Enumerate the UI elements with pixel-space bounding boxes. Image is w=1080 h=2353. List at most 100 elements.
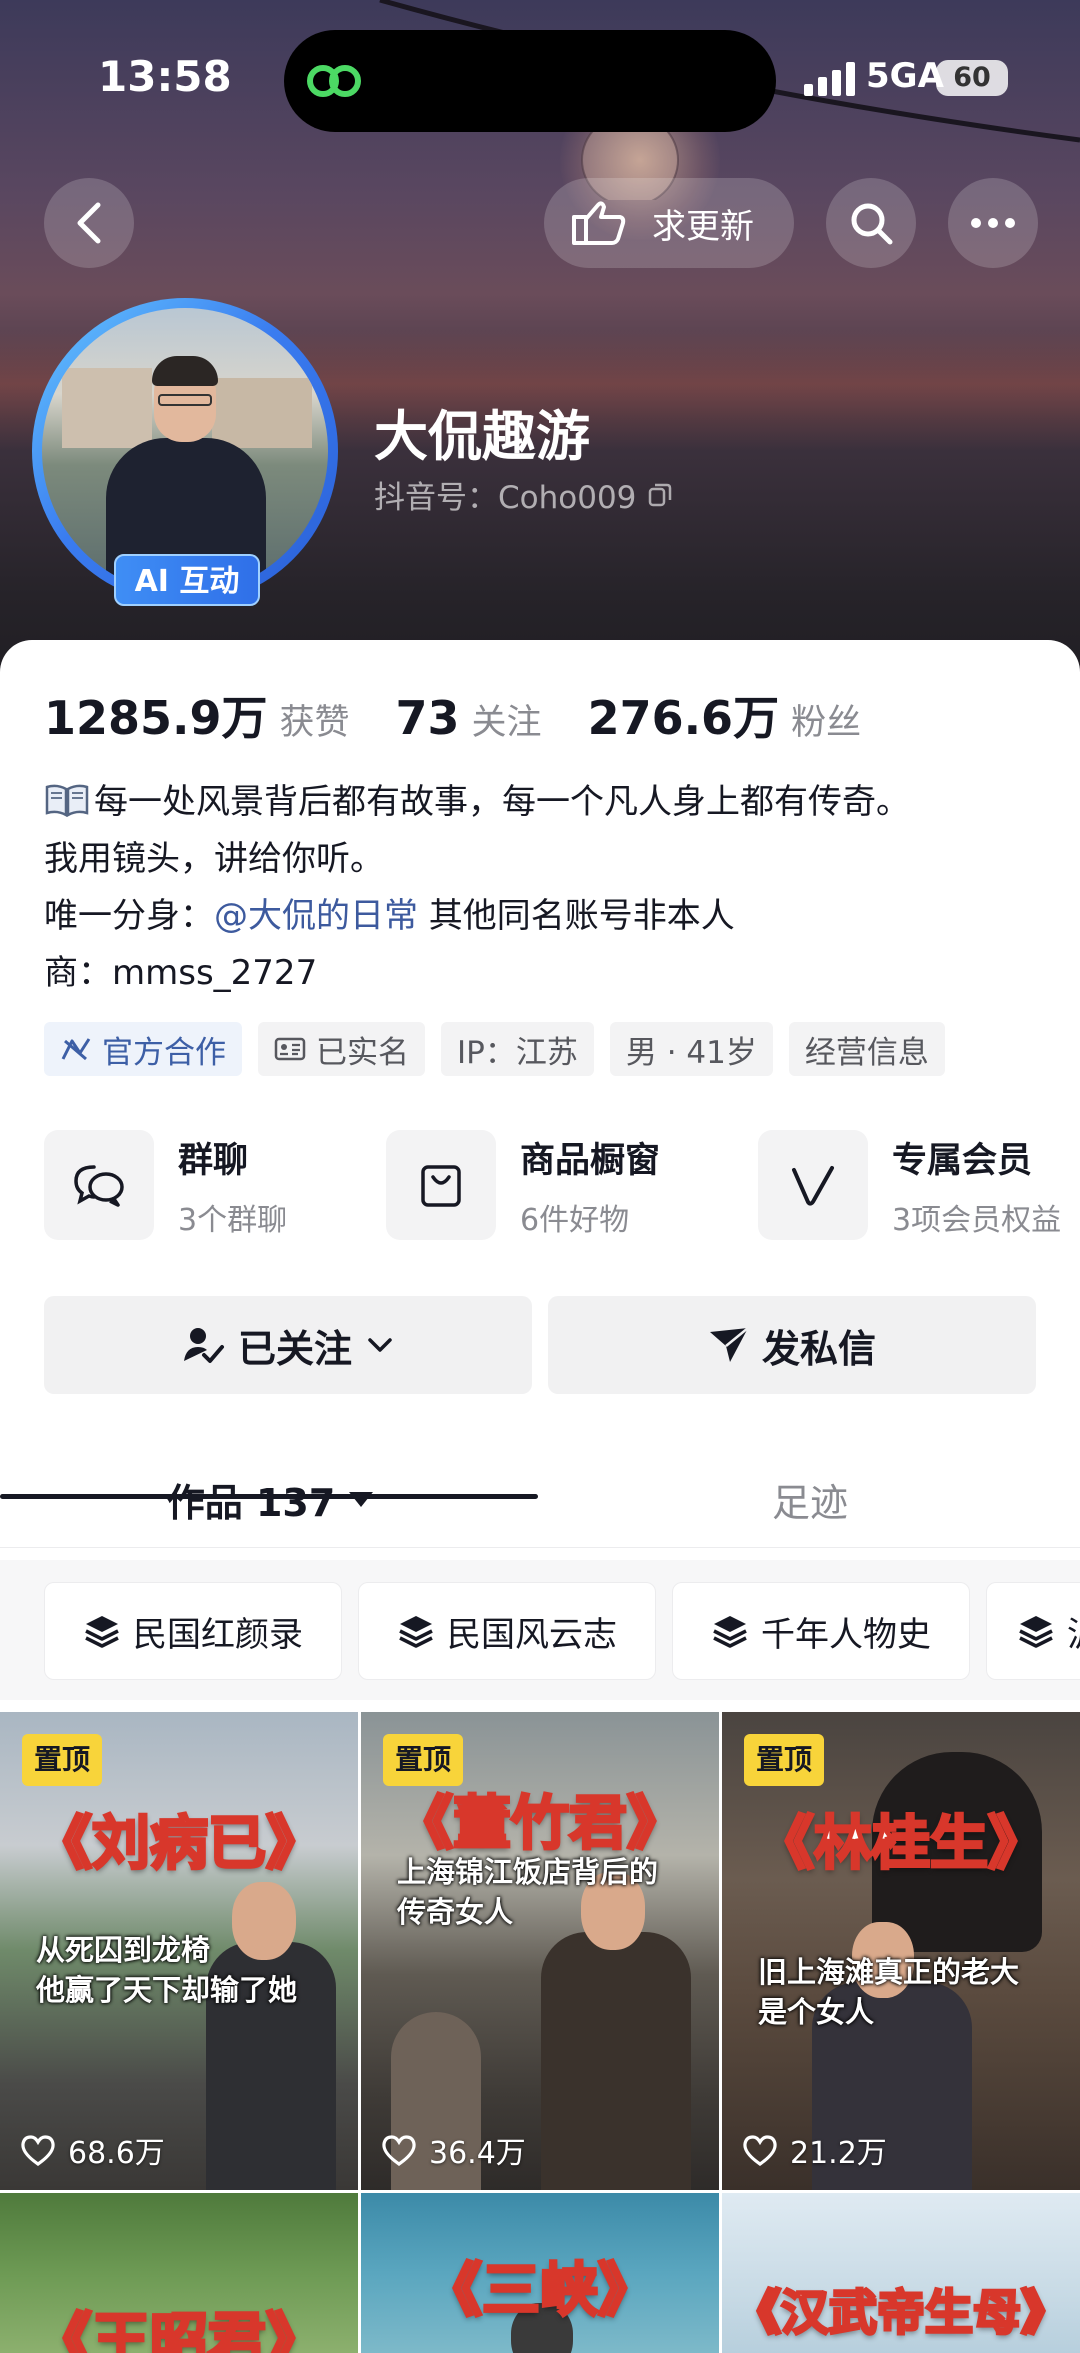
heart-icon [743, 2135, 777, 2166]
shop-window-entry[interactable]: 商品橱窗 6件好物 [386, 1130, 660, 1240]
caption-line: 他赢了天下却输了她 [36, 1973, 298, 2007]
vip-v-icon [758, 1130, 868, 1240]
collection-chip[interactable]: 民国红颜录 [44, 1582, 342, 1680]
search-button[interactable] [826, 178, 916, 268]
like-count: 21.2万 [742, 2128, 887, 2172]
video-tile[interactable]: 《王昭君》 [0, 2193, 358, 2353]
following-label: 关注 [471, 703, 542, 743]
open-book-icon [45, 784, 89, 817]
following-count[interactable]: 73 [396, 691, 460, 745]
douyin-id-text: 抖音号：Coho009 [374, 480, 637, 516]
video-caption: 上海锦江饭店背后的 传奇女人 [397, 1852, 658, 1932]
pointing-hand-icon [572, 201, 626, 245]
collection-chip[interactable]: 沪 [986, 1582, 1080, 1680]
caption-line: 旧上海滩真正的老大 [758, 1955, 1020, 1989]
followed-label: 已关注 [237, 1326, 352, 1371]
feature-title: 商品橱窗 [520, 1140, 661, 1181]
feature-row: 群聊 3个群聊 商品橱窗 6件好物 专属会员 3项会员权益 [44, 1130, 1080, 1250]
tag-verified[interactable]: 已实名 [258, 1022, 425, 1076]
more-dots-icon [971, 218, 1015, 228]
bio: 每一处风景背后都有故事，每一个凡人身上都有传奇。 我用镜头，讲给你听。 唯一分身… [44, 774, 1054, 1002]
send-message-label: 发私信 [761, 1326, 876, 1371]
video-tile[interactable]: 置顶 《董竹君》 上海锦江饭店背后的 传奇女人 36.4万 [361, 1712, 719, 2190]
dynamic-island [284, 30, 776, 132]
bio-line-2: 我用镜头，讲给你听。 [44, 839, 384, 879]
tab-works[interactable]: 作品 137 [0, 1450, 540, 1548]
signal-icon [804, 62, 855, 96]
like-count: 68.6万 [20, 2128, 165, 2172]
caption-line: 是个女人 [758, 1995, 875, 2029]
followers-count[interactable]: 276.6万 [588, 682, 780, 748]
video-title: 《汉武帝生母》 [731, 2284, 1070, 2343]
battery-icon: 60 [936, 60, 1008, 96]
tab-active-indicator [0, 1494, 538, 1499]
layers-icon [713, 1616, 747, 1648]
like-count-text: 36.4万 [429, 2136, 526, 2171]
collection-label: 民国红颜录 [133, 1614, 303, 1655]
like-count-text: 68.6万 [68, 2136, 165, 2171]
video-title: 《三峡》 [422, 2255, 657, 2326]
feature-subtitle: 6件好物 [520, 1202, 630, 1238]
tag-official-cooperation[interactable]: 官方合作 [44, 1022, 242, 1076]
feature-title: 专属会员 [892, 1140, 1033, 1181]
chevron-left-icon [77, 202, 101, 244]
tag-label: 官方合作 [102, 1034, 226, 1071]
tag-business-info[interactable]: 经营信息 [788, 1022, 945, 1076]
followed-button[interactable]: 已关注 [44, 1296, 532, 1394]
video-tile[interactable]: 《汉武帝生母》 [722, 2193, 1080, 2353]
video-title: 《刘病已》 [32, 1808, 325, 1879]
request-update-button[interactable]: 求更新 [544, 178, 794, 268]
status-time: 13:58 [98, 52, 232, 101]
pinned-badge: 置顶 [744, 1734, 825, 1786]
tag-row: 官方合作 已实名 IP：江苏 男 · 41岁 经营信息 [44, 1022, 961, 1076]
back-button[interactable] [44, 178, 134, 268]
video-title: 《王昭君》 [32, 2305, 325, 2353]
video-caption: 旧上海滩真正的老大 是个女人 [758, 1952, 1019, 2032]
heart-icon [382, 2135, 416, 2166]
douyin-id[interactable]: 抖音号：Coho009 [374, 472, 672, 517]
search-icon [851, 203, 893, 245]
membership-entry[interactable]: 专属会员 3项会员权益 [758, 1130, 1061, 1240]
tag-label: 已实名 [316, 1034, 409, 1071]
caption-line: 从死囚到龙椅 [36, 1933, 211, 1967]
request-update-label: 求更新 [652, 206, 754, 247]
id-card-icon [274, 1037, 306, 1061]
bio-line: 每一处风景背后都有故事，每一个凡人身上都有传奇。 [44, 774, 1054, 831]
caption-line: 传奇女人 [397, 1895, 514, 1929]
feature-title: 群聊 [178, 1140, 249, 1181]
collection-chip[interactable]: 千年人物史 [672, 1582, 970, 1680]
collection-label: 沪 [1067, 1607, 1080, 1656]
ai-interact-badge[interactable]: AI 互动 [114, 554, 260, 606]
video-title: 《董竹君》 [393, 1788, 686, 1859]
video-tile[interactable]: 置顶 《刘病已》 从死囚到龙椅 他赢了天下却输了她 68.6万 [0, 1712, 358, 2190]
tab-works-label: 作品 137 [166, 1480, 336, 1525]
mention-link[interactable]: @大侃的日常 [214, 896, 418, 936]
video-tile[interactable]: 《三峡》 [361, 2193, 719, 2353]
tab-footprint[interactable]: 足迹 [540, 1450, 1080, 1548]
content-tabs: 作品 137 足迹 [0, 1450, 1080, 1548]
paper-plane-icon [709, 1327, 749, 1362]
avatar-glasses [158, 394, 212, 406]
profile-header: 13:58 5GA 60 求更新 AI 互动 大侃趣游 抖音号：Coho009 [0, 0, 1080, 700]
likes-label: 获赞 [279, 703, 350, 743]
like-count-text: 21.2万 [790, 2136, 887, 2171]
more-button[interactable] [948, 178, 1038, 268]
send-message-button[interactable]: 发私信 [548, 1296, 1036, 1394]
layers-icon [85, 1616, 119, 1648]
collection-label: 民国风云志 [447, 1614, 617, 1655]
bio-line: 唯一分身：@大侃的日常 其他同名账号非本人 [44, 888, 1054, 945]
group-chat-entry[interactable]: 群聊 3个群聊 [44, 1130, 287, 1240]
collection-strip: 民国红颜录 民国风云志 千年人物史 沪 [0, 1560, 1080, 1700]
like-count: 36.4万 [381, 2128, 526, 2172]
layers-icon [1019, 1616, 1053, 1648]
copy-icon [649, 483, 672, 506]
bio-line-4: 商：mmss_2727 [44, 953, 318, 993]
video-tile[interactable]: 置顶 《林桂生》 旧上海滩真正的老大 是个女人 21.2万 [722, 1712, 1080, 2190]
chat-bubbles-icon [44, 1130, 154, 1240]
pinned-badge: 置顶 [22, 1734, 103, 1786]
layers-icon [399, 1616, 433, 1648]
collection-chip[interactable]: 民国风云志 [358, 1582, 656, 1680]
likes-count[interactable]: 1285.9万 [44, 682, 268, 748]
person-check-icon [183, 1328, 224, 1363]
video-title: 《林桂生》 [754, 1808, 1047, 1879]
